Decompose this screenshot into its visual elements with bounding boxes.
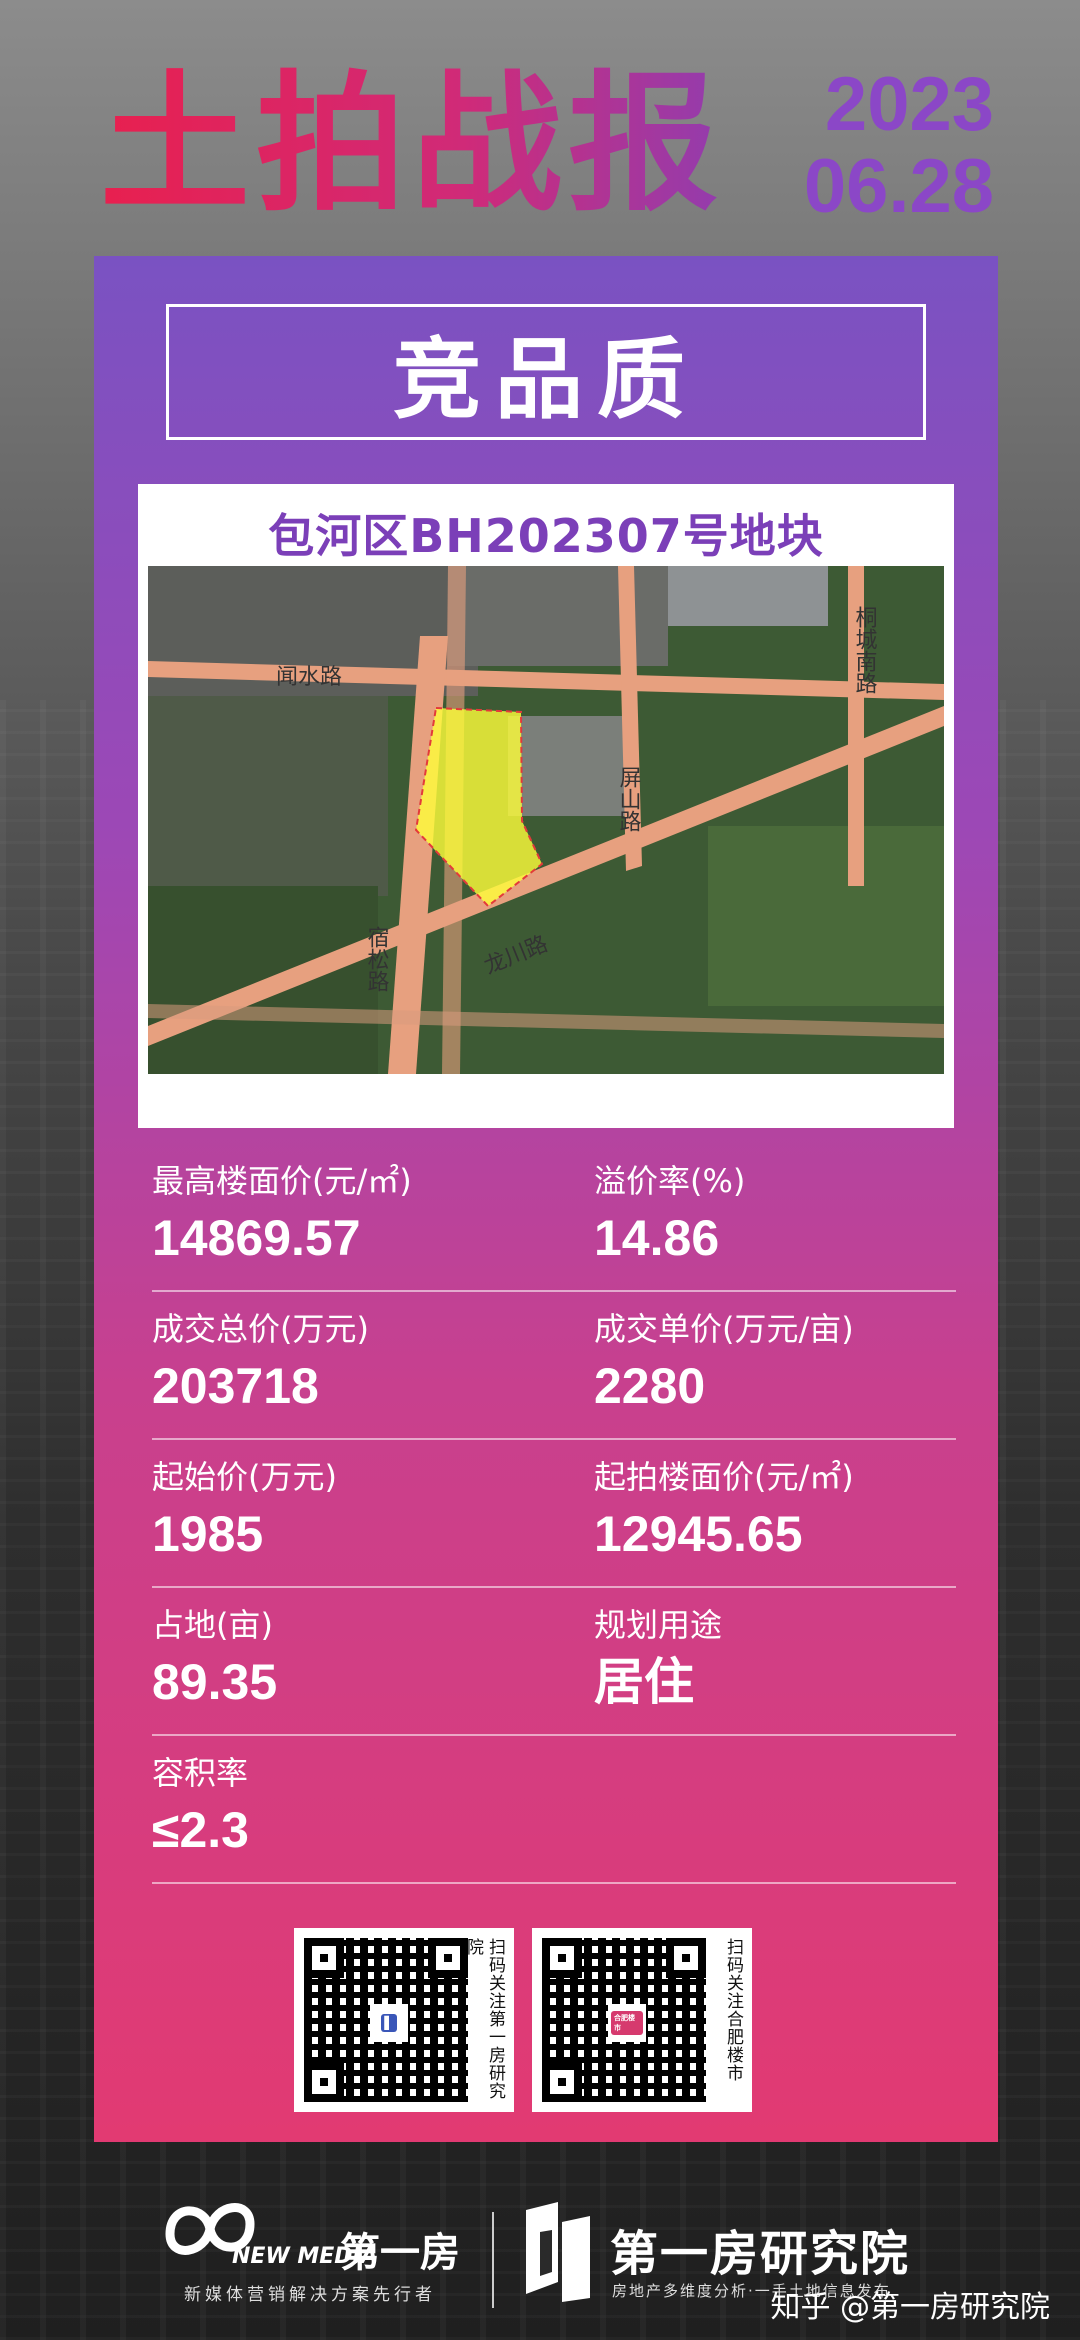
institute-brand: 第一房研究院 xyxy=(610,2226,911,2282)
stat-label: 起始价(万元) xyxy=(152,1458,337,1496)
stat-area: 占地(亩) 89.35 xyxy=(152,1588,552,1712)
road-label-tongcheng: 桐城南路 xyxy=(852,606,878,694)
stat-value: 1985 xyxy=(152,1506,264,1562)
date-day: 06.28 xyxy=(803,144,994,229)
stat-value: 14.86 xyxy=(594,1210,720,1266)
stat-value: ≤2.3 xyxy=(152,1802,249,1858)
residential-block-3 xyxy=(148,696,388,896)
stat-label: 最高楼面价(元/㎡) xyxy=(152,1162,412,1200)
qr-code-icon[interactable]: ▌ xyxy=(304,1938,468,2102)
headline: 土拍战报 xyxy=(100,60,760,230)
stat-label: 起拍楼面价(元/㎡) xyxy=(594,1458,854,1496)
qr-card-institute[interactable]: ▌ 扫码关注第一房研究院 xyxy=(294,1928,514,2112)
stat-label: 容积率 xyxy=(152,1754,249,1792)
stat-label: 占地(亩) xyxy=(152,1606,273,1644)
road-label-pingshan: 屏山路 xyxy=(616,766,642,832)
footer: NEW MEDIA 第一房 新媒体营销解决方案先行者 第一房研究院 房地产多维度… xyxy=(0,2172,1080,2325)
stat-label: 成交单价(万元/亩) xyxy=(594,1310,854,1348)
auction-card: 竞品质 包河区BH202307号地块 闻水路 屏山路 桐城南路 宿松路 龙川路 … xyxy=(94,256,998,2142)
road-label-susong: 宿松路 xyxy=(364,926,390,992)
subtitle: 竞品质 xyxy=(392,327,699,431)
qr-card-hefei[interactable]: 合肥楼市 扫码关注合肥楼市 xyxy=(532,1928,752,2112)
zhihu-watermark: 知乎 @第一房研究院 xyxy=(770,2290,1050,2325)
stat-start-floor-price: 起拍楼面价(元/㎡) 12945.65 xyxy=(594,1440,994,1564)
footer-divider xyxy=(492,2212,494,2308)
qr-finder xyxy=(666,1938,706,1978)
qr-caption: 扫码关注合肥楼市 xyxy=(723,1938,743,2082)
stat-value: 203718 xyxy=(152,1358,319,1414)
map-graphic: 闻水路 屏山路 桐城南路 宿松路 龙川路 xyxy=(148,566,944,1074)
date-year: 2023 xyxy=(824,62,994,147)
qr-finder xyxy=(304,1938,344,1978)
map-panel: 包河区BH202307号地块 闻水路 屏山路 桐城南路 宿松路 龙川路 xyxy=(138,484,954,1128)
qr-code-icon[interactable]: 合肥楼市 xyxy=(542,1938,706,2102)
stats-row-2: 成交总价(万元) 203718 成交单价(万元/亩) 2280 xyxy=(152,1292,956,1440)
stat-start-price: 起始价(万元) 1985 xyxy=(152,1440,552,1564)
qr-logo-icon: 合肥楼市 xyxy=(608,2004,646,2042)
stats-row-3: 起始价(万元) 1985 起拍楼面价(元/㎡) 12945.65 xyxy=(152,1440,956,1588)
stat-usage: 规划用途 居住 xyxy=(594,1588,994,1712)
stat-unit-price: 成交单价(万元/亩) 2280 xyxy=(594,1292,994,1416)
stat-label: 成交总价(万元) xyxy=(152,1310,369,1348)
plot-title: 包河区BH202307号地块 xyxy=(268,509,824,563)
stat-value: 12945.65 xyxy=(594,1506,803,1562)
satellite-map: 闻水路 屏山路 桐城南路 宿松路 龙川路 xyxy=(148,566,944,1074)
factory-block xyxy=(668,566,828,626)
stat-premium-rate: 溢价率(%) 14.86 xyxy=(594,1144,994,1268)
institute-logo-icon xyxy=(526,2202,590,2302)
newmedia-brand: 第一房 xyxy=(340,2230,460,2276)
green-area xyxy=(708,826,944,1006)
stat-value: 14869.57 xyxy=(152,1210,361,1266)
report-date: 2023 06.28 xyxy=(804,64,994,228)
stat-total-price: 成交总价(万元) 203718 xyxy=(152,1292,552,1416)
stat-value: 居住 xyxy=(594,1653,694,1711)
subtitle-box: 竞品质 xyxy=(166,304,926,440)
stat-value: 2280 xyxy=(594,1358,706,1414)
qr-center-badge: 合肥楼市 xyxy=(611,2011,643,2035)
stat-label: 溢价率(%) xyxy=(594,1162,746,1200)
stat-value: 89.35 xyxy=(152,1654,278,1710)
stats-table: 最高楼面价(元/㎡) 14869.57 溢价率(%) 14.86 成交总价(万元… xyxy=(152,1144,956,1884)
stats-row-1: 最高楼面价(元/㎡) 14869.57 溢价率(%) 14.86 xyxy=(152,1144,956,1292)
qr-finder xyxy=(542,1938,582,1978)
headline-text: 土拍战报 xyxy=(100,60,760,230)
stat-label: 规划用途 xyxy=(594,1606,723,1644)
qr-finder xyxy=(542,2062,582,2102)
newmedia-slogan: 新媒体营销解决方案先行者 xyxy=(184,2285,436,2305)
qr-logo-icon: ▌ xyxy=(370,2004,408,2042)
stats-row-4: 占地(亩) 89.35 规划用途 居住 xyxy=(152,1588,956,1736)
qr-caption: 扫码关注第一房研究院 xyxy=(463,1938,505,2100)
industrial-block xyxy=(508,716,628,816)
road-label-wenshui: 闻水路 xyxy=(276,665,342,690)
stat-far: 容积率 ≤2.3 xyxy=(152,1736,552,1860)
stats-row-5: 容积率 ≤2.3 xyxy=(152,1736,956,1884)
stat-max-floor-price: 最高楼面价(元/㎡) 14869.57 xyxy=(152,1144,552,1268)
qr-finder xyxy=(304,2062,344,2102)
